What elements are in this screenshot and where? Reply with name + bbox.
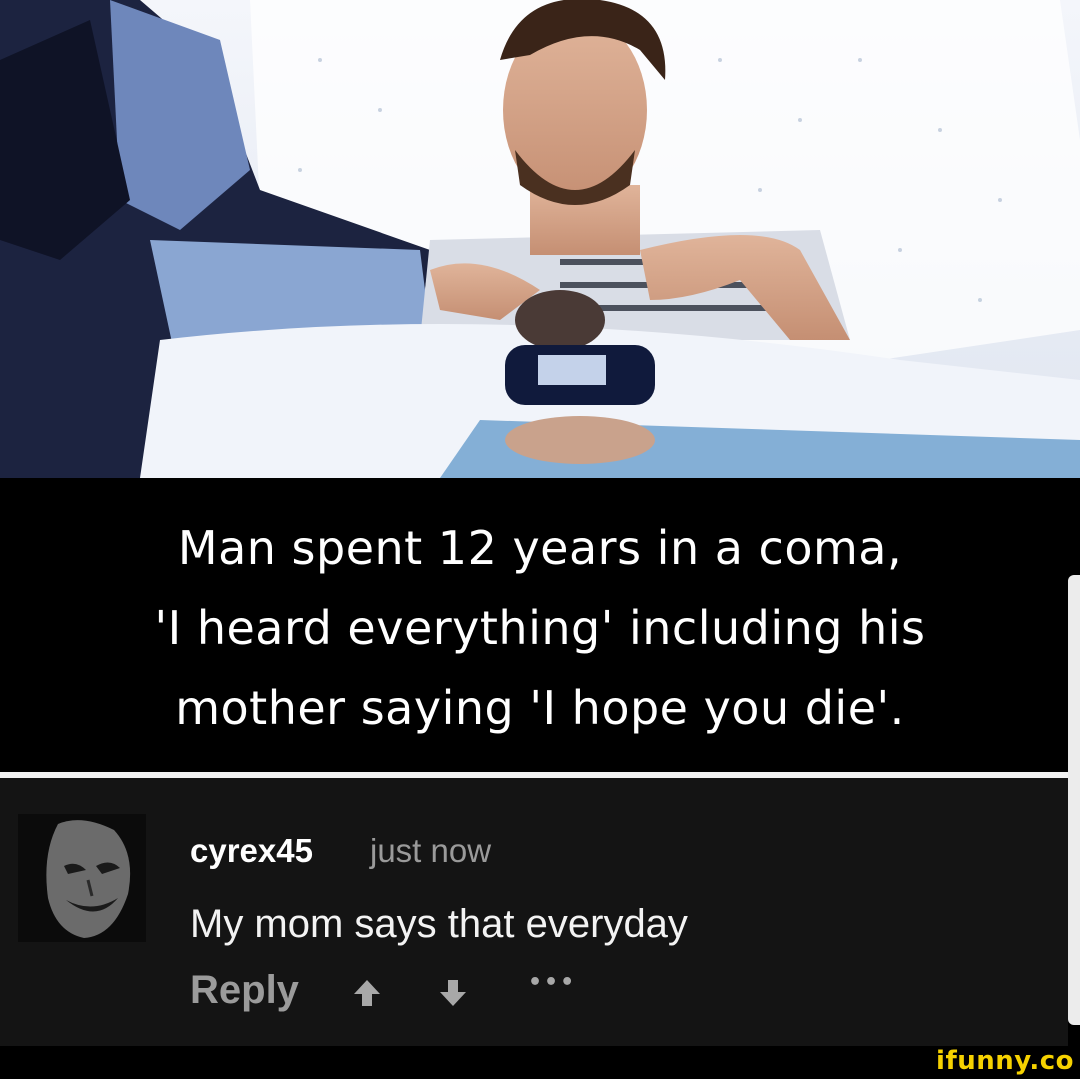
headline-banner: Man spent 12 years in a coma, 'I heard e… bbox=[0, 478, 1080, 774]
ifunny-watermark: ifunny.co bbox=[936, 1046, 1074, 1076]
comment-text: My mom says that everyday bbox=[190, 902, 688, 946]
headline-text: Man spent 12 years in a coma, 'I heard e… bbox=[154, 521, 926, 735]
hospital-bed-photo bbox=[0, 0, 1080, 478]
footer-bar bbox=[0, 1046, 1080, 1079]
reply-button[interactable]: Reply bbox=[190, 968, 299, 1013]
more-options-label: ••• bbox=[528, 970, 577, 995]
arrow-down-icon bbox=[440, 980, 466, 1006]
upvote-button[interactable] bbox=[352, 978, 382, 1012]
downvote-button[interactable] bbox=[438, 978, 468, 1012]
comment-card: cyrex45 just now My mom says that everyd… bbox=[0, 778, 1068, 1046]
more-options-button[interactable]: ••• bbox=[528, 970, 576, 995]
comment-username[interactable]: cyrex45 bbox=[190, 832, 313, 870]
scrollbar[interactable] bbox=[1068, 575, 1080, 1025]
comment-timestamp: just now bbox=[370, 832, 492, 869]
post-photo bbox=[0, 0, 1080, 478]
avatar[interactable] bbox=[18, 814, 146, 942]
mask-avatar-icon bbox=[18, 814, 146, 942]
arrow-up-icon bbox=[354, 980, 380, 1006]
